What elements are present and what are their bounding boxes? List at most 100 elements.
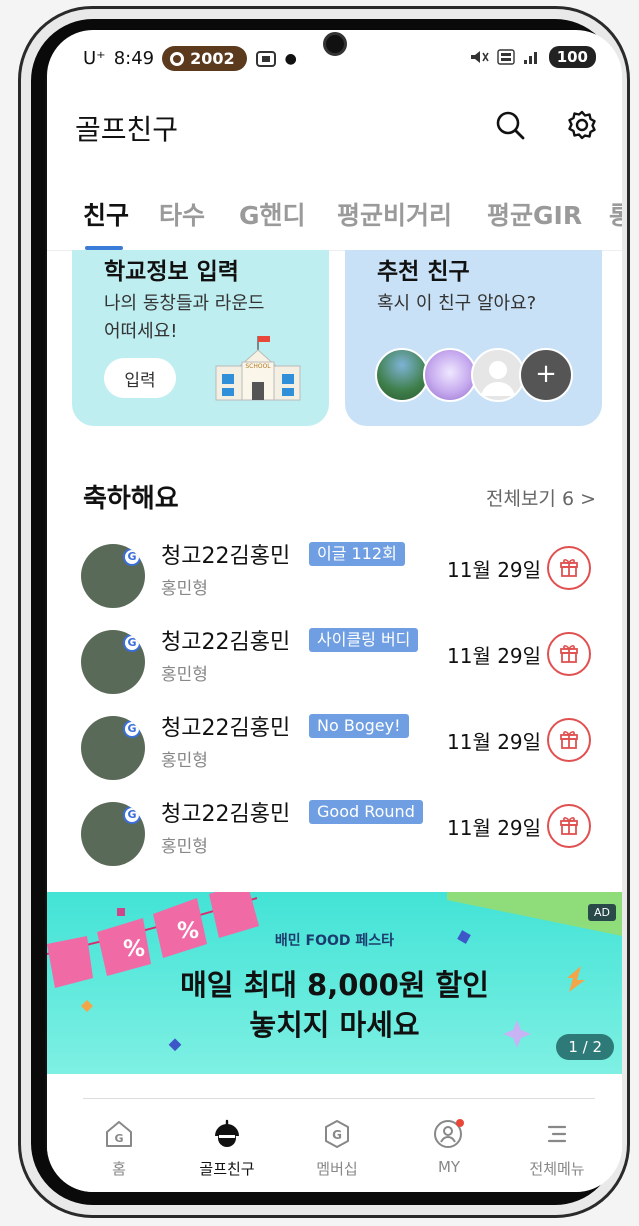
gift-button[interactable] bbox=[547, 546, 591, 590]
tab-average-distance[interactable]: 평균비거리 bbox=[337, 196, 452, 232]
celebration-date: 11월 29일 bbox=[447, 730, 542, 754]
membership-g-icon: G bbox=[325, 1120, 349, 1148]
banner-page-indicator: 1 / 2 bbox=[556, 1034, 614, 1060]
nav-my[interactable]: MY bbox=[399, 1118, 499, 1176]
list-item[interactable]: G 청고22김홍민 이글 112회 홍민형 11월 29일 bbox=[47, 536, 622, 608]
carrier-label: U⁺ bbox=[83, 48, 106, 69]
school-card-desc-line1: 나의 동창들과 라운드 bbox=[104, 293, 265, 314]
gift-icon bbox=[560, 558, 578, 577]
g-badge-icon: G bbox=[123, 634, 141, 652]
nav-label: MY bbox=[437, 1158, 461, 1176]
add-friend-button[interactable]: + bbox=[519, 348, 573, 402]
list-item[interactable]: G 청고22김홍민 사이클링 버디 홍민형 11월 29일 bbox=[47, 622, 622, 694]
celebration-date: 11월 29일 bbox=[447, 558, 542, 582]
mute-icon bbox=[470, 51, 489, 63]
nav-label: 골프친구 bbox=[199, 1160, 255, 1178]
golf-friend-icon bbox=[215, 1119, 239, 1147]
menu-icon bbox=[547, 1125, 567, 1143]
friend-nickname: 홍민형 bbox=[161, 579, 208, 599]
friend-name: 청고22김홍민 bbox=[161, 716, 291, 741]
ring-icon bbox=[170, 51, 185, 66]
achievement-tag: Good Round bbox=[309, 800, 423, 824]
signal-icon bbox=[523, 52, 537, 64]
home-g-icon: G bbox=[106, 1121, 132, 1147]
avatar[interactable]: G bbox=[81, 716, 145, 780]
celebration-date: 11월 29일 bbox=[447, 816, 542, 840]
school-sign-text: SCHOOL bbox=[245, 363, 271, 370]
battery-indicator: 100 bbox=[548, 46, 596, 68]
friend-nickname: 홍민형 bbox=[161, 751, 208, 771]
clock: 8:49 bbox=[113, 48, 155, 69]
banner-brand: 배민 FOOD 페스타 bbox=[274, 933, 395, 949]
recommend-card-title: 추천 친구 bbox=[377, 259, 470, 285]
school-building-icon: SCHOOL bbox=[215, 336, 301, 401]
status-bar: U⁺ 8:49 2002 ● 100 bbox=[47, 30, 622, 86]
nav-all-menu[interactable]: 전체메뉴 bbox=[507, 1118, 607, 1179]
nav-membership[interactable]: G 멤버십 bbox=[287, 1118, 387, 1179]
nav-divider bbox=[83, 1098, 595, 1099]
school-info-card[interactable]: 학교정보 입력 나의 동창들과 라운드 어떠세요! 입력 SCHOOL bbox=[72, 250, 329, 426]
stats-tab-bar: 친구 타수 G핸디 평균비거리 평균GIR 롱 bbox=[47, 190, 622, 251]
g-badge-icon: G bbox=[123, 720, 141, 738]
tab-g-handicap[interactable]: G핸디 bbox=[239, 196, 306, 232]
gift-icon bbox=[560, 730, 578, 749]
gift-button[interactable] bbox=[547, 804, 591, 848]
status-right: 100 bbox=[469, 46, 596, 68]
page-title: 골프친구 bbox=[75, 113, 179, 146]
screenshot-icon bbox=[255, 50, 276, 67]
list-item[interactable]: G 청고22김홍민 Good Round 홍민형 11월 29일 bbox=[47, 794, 622, 866]
gear-icon[interactable] bbox=[565, 108, 599, 142]
svg-text:G: G bbox=[114, 1132, 123, 1145]
friend-name: 청고22김홍민 bbox=[161, 802, 291, 827]
banner-headline-2: 놓치지 마세요 bbox=[249, 1008, 420, 1042]
gift-icon bbox=[560, 816, 578, 835]
avatar-placeholder[interactable] bbox=[471, 348, 525, 402]
person-icon bbox=[481, 361, 515, 396]
app-header: 골프친구 bbox=[47, 100, 622, 160]
friend-name: 청고22김홍민 bbox=[161, 630, 291, 655]
bottom-navigation: G 홈 골프친구 G 멤버십 MY 전체메뉴 bbox=[47, 1108, 622, 1192]
nav-golf-friends[interactable]: 골프친구 bbox=[177, 1118, 277, 1179]
celebration-date: 11월 29일 bbox=[447, 644, 542, 668]
achievement-tag: 사이클링 버디 bbox=[309, 628, 419, 652]
tab-average-gir[interactable]: 평균GIR bbox=[487, 196, 582, 232]
input-button[interactable]: 입력 bbox=[104, 358, 176, 398]
see-all-link[interactable]: 전체보기 6 > bbox=[486, 484, 596, 511]
list-item[interactable]: G 청고22김홍민 No Bogey! 홍민형 11월 29일 bbox=[47, 708, 622, 780]
badge-value: 2002 bbox=[190, 49, 235, 68]
svg-text:G: G bbox=[332, 1128, 342, 1142]
recommended-avatars: + bbox=[375, 348, 575, 404]
school-card-title: 학교정보 입력 bbox=[104, 259, 239, 285]
ad-label: AD bbox=[588, 904, 616, 921]
gift-button[interactable] bbox=[547, 632, 591, 676]
nav-label: 전체메뉴 bbox=[529, 1160, 585, 1178]
notification-badge: 2002 bbox=[162, 46, 247, 71]
tab-friends[interactable]: 친구 bbox=[83, 196, 129, 232]
avatar[interactable]: G bbox=[81, 544, 145, 608]
friend-nickname: 홍민형 bbox=[161, 837, 208, 857]
achievement-tag: 이글 112회 bbox=[309, 542, 405, 566]
5g-icon bbox=[496, 49, 515, 65]
avatar[interactable] bbox=[423, 348, 477, 402]
friend-name: 청고22김홍민 bbox=[161, 544, 291, 569]
gift-icon bbox=[560, 644, 578, 663]
recommend-card-desc: 혹시 이 친구 알아요? bbox=[377, 293, 537, 314]
dot-icon: ● bbox=[284, 50, 297, 67]
avatar[interactable]: G bbox=[81, 630, 145, 694]
g-badge-icon: G bbox=[123, 548, 141, 566]
avatar[interactable] bbox=[375, 348, 429, 402]
my-profile-icon bbox=[434, 1119, 464, 1148]
nav-home[interactable]: G 홈 bbox=[69, 1118, 169, 1179]
gift-button[interactable] bbox=[547, 718, 591, 762]
tab-strokes[interactable]: 타수 bbox=[159, 196, 205, 232]
tab-long[interactable]: 롱 bbox=[609, 196, 622, 232]
banner-headline-1: 매일 최대 8,000원 할인 bbox=[180, 968, 489, 1002]
avatar[interactable]: G bbox=[81, 802, 145, 866]
friend-nickname: 홍민형 bbox=[161, 665, 208, 685]
nav-label: 홈 bbox=[112, 1160, 126, 1178]
ad-banner[interactable]: % % AD 배민 FOOD 페스타 매일 최대 8,000원 할인 놓치지 마… bbox=[47, 892, 622, 1074]
status-left: U⁺ 8:49 2002 ● bbox=[83, 46, 297, 71]
search-icon[interactable] bbox=[495, 110, 525, 140]
recommended-friends-card[interactable]: 추천 친구 혹시 이 친구 알아요? + bbox=[345, 250, 602, 426]
screen: U⁺ 8:49 2002 ● 100 골프친구 친구 타수 G핸디 평균비거리 … bbox=[47, 30, 622, 1192]
